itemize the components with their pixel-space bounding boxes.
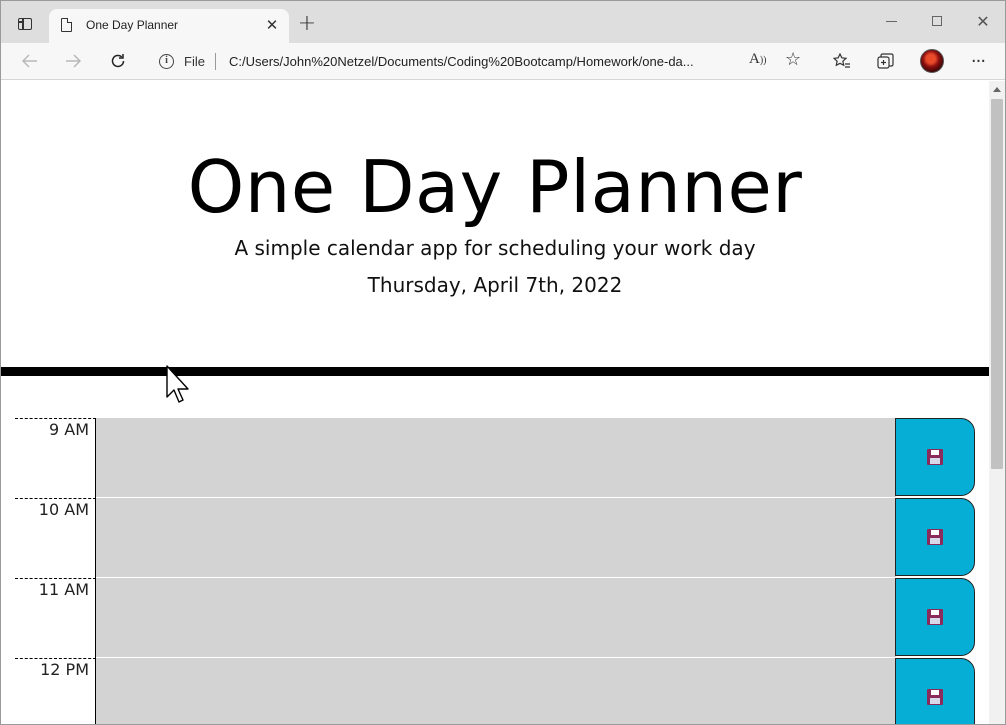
favorites-icon[interactable] — [829, 49, 855, 73]
title-bar: One Day Planner ✕ + ✕ — [1, 1, 1005, 43]
scroll-thumb[interactable] — [991, 99, 1003, 469]
info-icon[interactable]: i — [159, 54, 174, 69]
save-button[interactable] — [895, 498, 975, 576]
save-button[interactable] — [895, 418, 975, 496]
event-description-field[interactable] — [96, 418, 896, 498]
collections-icon[interactable] — [873, 49, 899, 73]
browser-window: One Day Planner ✕ + ✕ i File C:/Users/Jo… — [0, 0, 1006, 725]
tab-close-icon[interactable]: ✕ — [263, 16, 281, 34]
save-disk-icon — [927, 529, 943, 545]
planner-container: 9 AM 10 AM 11 AM 12 PM — [15, 418, 975, 724]
time-block-row: 12 PM — [15, 658, 975, 724]
read-aloud-icon[interactable]: A)) — [749, 51, 767, 68]
time-block-row: 10 AM — [15, 498, 975, 578]
page-viewport: One Day Planner A simple calendar app fo… — [1, 81, 989, 724]
current-date: Thursday, April 7th, 2022 — [367, 273, 623, 297]
save-disk-icon — [927, 689, 943, 705]
close-window-button[interactable]: ✕ — [968, 9, 998, 33]
file-scheme-label: File — [184, 54, 205, 69]
reload-icon[interactable] — [105, 49, 131, 73]
event-description-field[interactable] — [96, 658, 896, 724]
url-text[interactable]: C:/Users/John%20Netzel/Documents/Coding%… — [229, 54, 694, 69]
tab-active[interactable]: One Day Planner ✕ — [49, 9, 289, 43]
back-arrow-icon[interactable] — [17, 49, 43, 73]
page-subtitle: A simple calendar app for scheduling you… — [234, 236, 756, 260]
more-menu-icon[interactable]: ··· — [965, 49, 991, 73]
save-disk-icon — [927, 609, 943, 625]
maximize-button[interactable] — [922, 9, 952, 33]
hour-label: 10 AM — [15, 498, 96, 578]
event-description-field[interactable] — [96, 578, 896, 658]
save-disk-icon — [927, 449, 943, 465]
address-divider — [215, 53, 216, 70]
vertical-scrollbar[interactable] — [989, 81, 1005, 724]
forward-arrow-icon[interactable] — [60, 49, 86, 73]
time-block-row: 11 AM — [15, 578, 975, 658]
page-header: One Day Planner A simple calendar app fo… — [1, 81, 989, 376]
hour-label: 12 PM — [15, 658, 96, 724]
tab-title: One Day Planner — [86, 18, 179, 32]
event-description-field[interactable] — [96, 498, 896, 578]
page-title: One Day Planner — [187, 145, 803, 229]
new-tab-button[interactable]: + — [297, 13, 317, 35]
hour-label: 11 AM — [15, 578, 96, 658]
address-bar[interactable]: i File C:/Users/John%20Netzel/Documents/… — [151, 47, 815, 76]
save-button[interactable] — [895, 578, 975, 656]
hour-label: 9 AM — [15, 418, 96, 498]
page-icon — [61, 18, 72, 32]
save-button[interactable] — [895, 658, 975, 724]
browser-toolbar: i File C:/Users/John%20Netzel/Documents/… — [1, 43, 1005, 80]
mouse-cursor-icon — [166, 365, 189, 403]
profile-avatar[interactable] — [919, 49, 945, 73]
time-block-row: 9 AM — [15, 418, 975, 498]
scroll-up-icon[interactable] — [993, 87, 1001, 92]
tab-actions-icon[interactable] — [9, 10, 41, 38]
add-favorite-icon[interactable]: ☆ — [785, 49, 801, 70]
minimize-button[interactable] — [876, 9, 906, 33]
